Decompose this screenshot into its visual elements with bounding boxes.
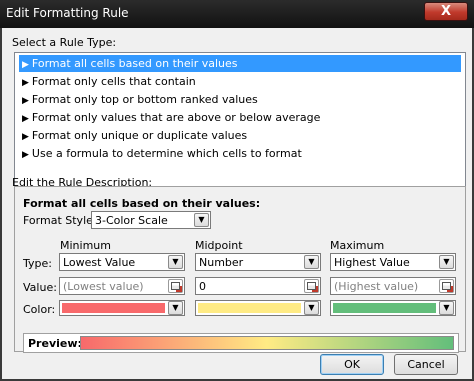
- midpoint-color-picker[interactable]: ▼: [195, 300, 321, 316]
- rule-type-list[interactable]: ▶ Format all cells based on their values …: [14, 52, 466, 189]
- minimum-header: Minimum: [60, 239, 111, 252]
- chevron-down-icon[interactable]: ▼: [168, 301, 183, 315]
- chevron-down-icon[interactable]: ▼: [439, 301, 454, 315]
- description-heading: Format all cells based on their values:: [23, 197, 261, 210]
- close-icon: X: [440, 4, 452, 19]
- minimum-color-picker[interactable]: ▼: [59, 300, 185, 316]
- preview-area: Preview:: [23, 333, 459, 353]
- chevron-down-icon[interactable]: ▼: [304, 301, 319, 315]
- rule-item-above-below-average[interactable]: ▶ Format only values that are above or be…: [19, 109, 461, 126]
- arrow-icon: ▶: [22, 132, 29, 142]
- close-button[interactable]: X: [424, 2, 468, 21]
- type-row-label: Type:: [23, 257, 52, 270]
- ok-button[interactable]: OK: [320, 354, 384, 375]
- arrow-icon: ▶: [22, 78, 29, 88]
- maximum-type-dropdown[interactable]: Highest Value ▼: [330, 253, 456, 271]
- rule-type-label: Select a Rule Type:: [12, 36, 117, 49]
- chevron-down-icon[interactable]: ▼: [304, 255, 319, 269]
- dialog-body: Select a Rule Type: ▶ Format all cells ba…: [0, 28, 474, 381]
- format-style-label: Format Style:: [23, 214, 97, 227]
- rule-item-top-bottom[interactable]: ▶ Format only top or bottom ranked values: [19, 91, 461, 108]
- midpoint-header: Midpoint: [195, 239, 243, 252]
- preview-gradient-bar: [80, 336, 454, 350]
- minimum-color-swatch: [62, 303, 165, 313]
- color-row-label: Color:: [23, 303, 56, 316]
- value-row-label: Value:: [23, 281, 57, 294]
- minimum-value-field[interactable]: (Lowest value): [59, 277, 185, 295]
- maximum-color-swatch: [333, 303, 436, 313]
- chevron-down-icon[interactable]: ▼: [168, 255, 183, 269]
- arrow-icon: ▶: [22, 60, 29, 70]
- midpoint-value-field[interactable]: 0: [195, 277, 321, 295]
- rule-item-formula[interactable]: ▶ Use a formula to determine which cells …: [19, 145, 461, 162]
- preview-label: Preview:: [28, 337, 82, 350]
- arrow-icon: ▶: [22, 150, 29, 160]
- format-style-dropdown[interactable]: 3-Color Scale ▼: [91, 211, 211, 229]
- rule-item-unique-duplicate[interactable]: ▶ Format only unique or duplicate values: [19, 127, 461, 144]
- arrow-icon: ▶: [22, 96, 29, 106]
- minimum-type-dropdown[interactable]: Lowest Value ▼: [59, 253, 185, 271]
- midpoint-type-dropdown[interactable]: Number ▼: [195, 253, 321, 271]
- midpoint-color-swatch: [198, 303, 301, 313]
- arrow-icon: ▶: [22, 114, 29, 124]
- chevron-down-icon[interactable]: ▼: [194, 213, 209, 227]
- range-picker-icon[interactable]: [168, 279, 183, 293]
- range-picker-icon[interactable]: [439, 279, 454, 293]
- rule-item-cells-contain[interactable]: ▶ Format only cells that contain: [19, 73, 461, 90]
- maximum-value-field[interactable]: (Highest value): [330, 277, 456, 295]
- range-picker-icon[interactable]: [304, 279, 319, 293]
- chevron-down-icon[interactable]: ▼: [439, 255, 454, 269]
- rule-description-group: Format all cells based on their values: …: [14, 186, 466, 353]
- rule-item-all-cells[interactable]: ▶ Format all cells based on their values: [19, 55, 461, 72]
- maximum-color-picker[interactable]: ▼: [330, 300, 456, 316]
- window-title: Edit Formatting Rule: [6, 6, 129, 20]
- title-bar: Edit Formatting Rule X: [0, 0, 474, 28]
- cancel-button[interactable]: Cancel: [394, 354, 458, 375]
- maximum-header: Maximum: [330, 239, 385, 252]
